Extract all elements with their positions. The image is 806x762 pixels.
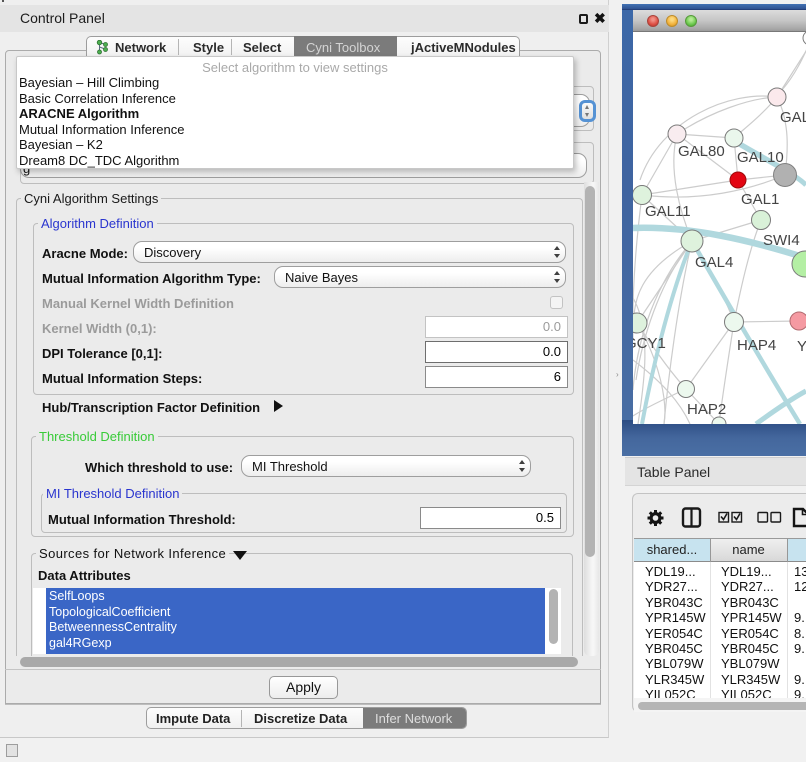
svg-text:Y: Y (797, 338, 806, 355)
svg-text:HAP4: HAP4 (737, 337, 776, 354)
svg-text:GAL80: GAL80 (678, 143, 725, 160)
svg-text:GAL1: GAL1 (741, 191, 779, 208)
svg-text:GAL11: GAL11 (645, 203, 691, 220)
svg-text:GAL10: GAL10 (737, 149, 784, 166)
svg-text:GCY1: GCY1 (633, 335, 666, 352)
svg-text:GAL7: GAL7 (780, 109, 806, 126)
svg-text:SWI4: SWI4 (763, 232, 800, 249)
svg-text:GAL4: GAL4 (695, 254, 733, 271)
svg-text:HAP2: HAP2 (687, 401, 726, 418)
